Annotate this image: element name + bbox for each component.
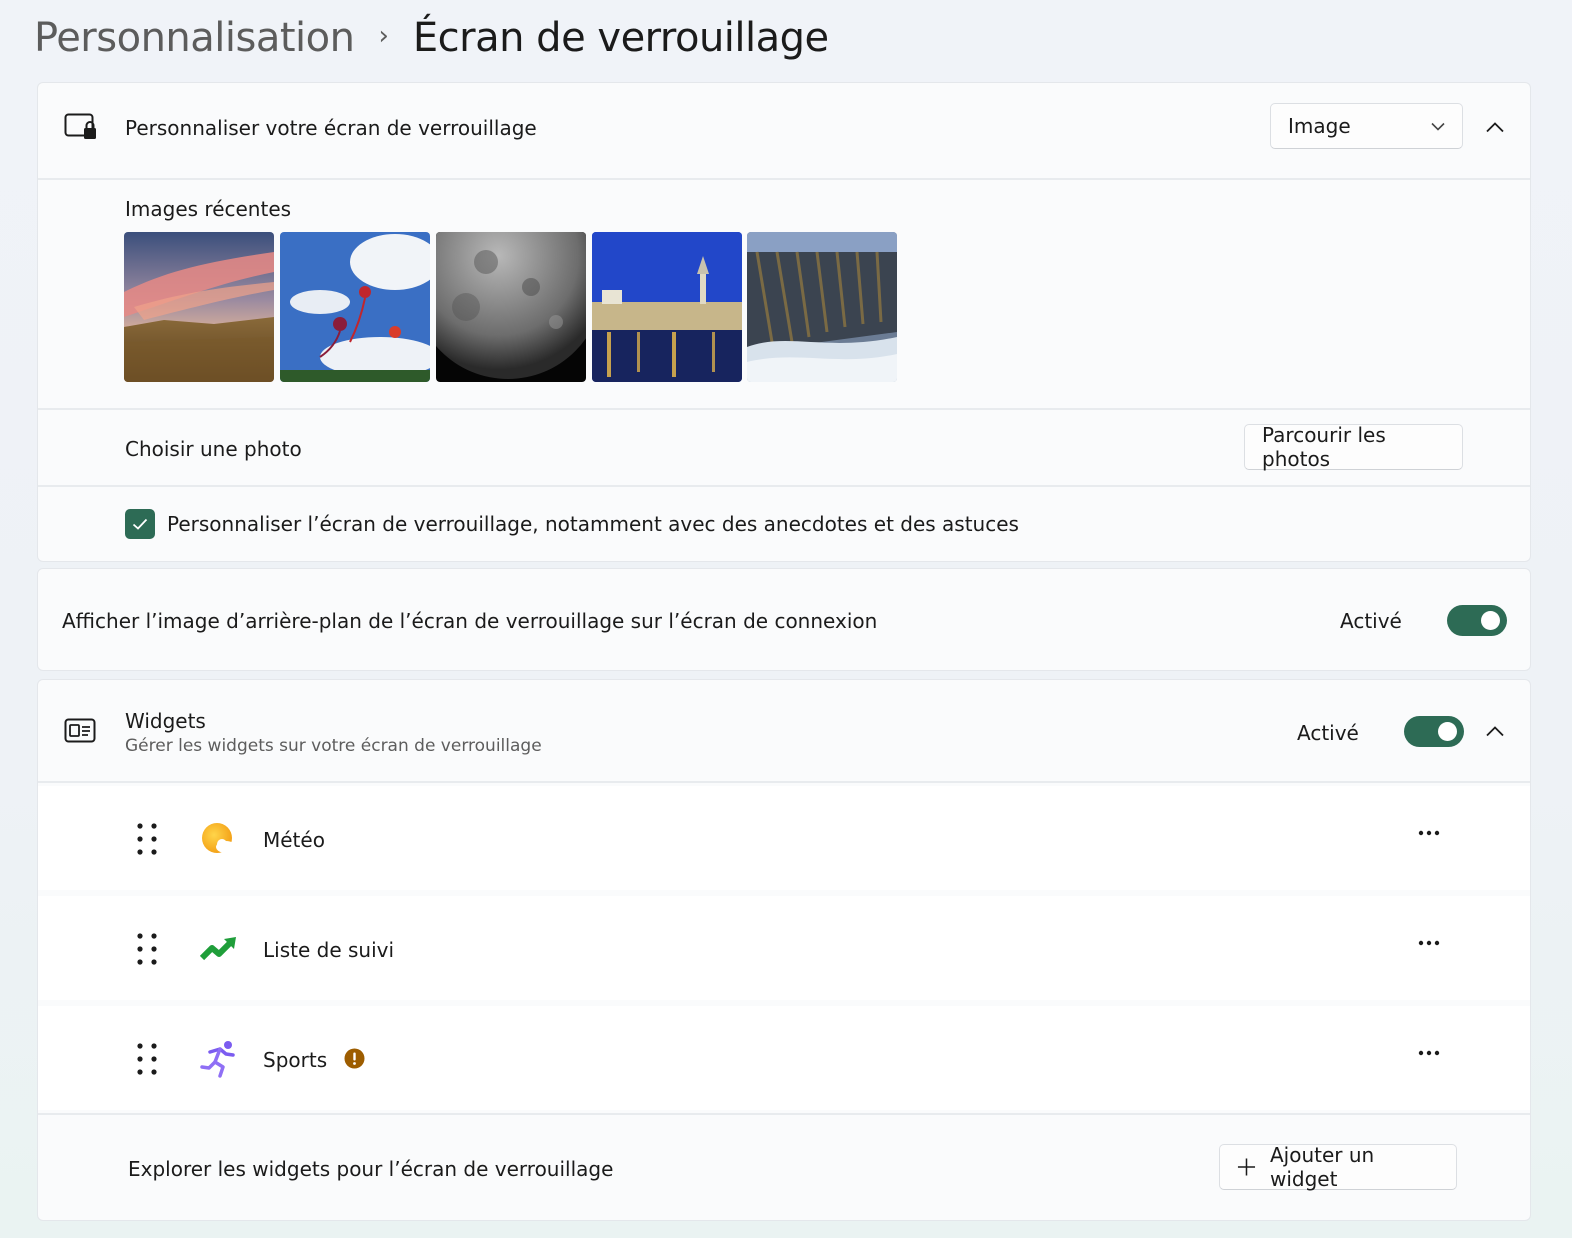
breadcrumb: Personnalisation › Écran de verrouillage (34, 10, 829, 66)
widgets-state: Activé (1297, 721, 1359, 745)
choose-photo-label: Choisir une photo (125, 437, 302, 461)
page-title: Écran de verrouillage (412, 15, 829, 61)
lockscreen-header-row[interactable]: Personnaliser votre écran de verrouillag… (38, 83, 1530, 178)
widget-label-sports: Sports (263, 1048, 328, 1072)
recent-image-moon[interactable] (436, 232, 586, 382)
breadcrumb-separator-icon: › (378, 21, 389, 51)
chevron-up-icon (1486, 121, 1504, 132)
browse-photos-label: Parcourir les photos (1262, 423, 1386, 471)
widgets-title: Widgets (125, 709, 206, 733)
browse-photos-button[interactable]: Parcourir les photos (1244, 423, 1463, 471)
signin-background-card: Afficher l’image d’arrière-plan de l’écr… (37, 568, 1531, 671)
more-options-icon[interactable] (1418, 940, 1440, 946)
chevron-up-icon (1486, 725, 1504, 736)
collapse-widgets-button[interactable] (1479, 715, 1511, 747)
more-options-icon[interactable] (1418, 830, 1440, 836)
recent-image-city-night[interactable] (592, 232, 742, 382)
dropdown-value: Image (1288, 114, 1351, 138)
breadcrumb-parent[interactable]: Personnalisation (34, 15, 355, 61)
signin-background-toggle[interactable] (1447, 605, 1507, 636)
stock-trend-icon (200, 937, 236, 961)
chevron-down-icon (1431, 122, 1445, 131)
widgets-toggle[interactable] (1404, 716, 1464, 747)
explore-widgets-label: Explorer les widgets pour l’écran de ver… (128, 1157, 614, 1181)
widgets-subtitle: Gérer les widgets sur votre écran de ver… (125, 736, 542, 756)
more-options-icon[interactable] (1418, 1050, 1440, 1056)
widget-row-watchlist[interactable]: Liste de suivi (37, 896, 1531, 1000)
lockscreen-type-dropdown[interactable]: Image (1270, 103, 1463, 149)
widget-row-meteo[interactable]: Météo (37, 786, 1531, 890)
widget-row-sports[interactable]: Sports (37, 1006, 1531, 1110)
lockscreen-icon (64, 113, 96, 139)
widget-label-watchlist: Liste de suivi (263, 938, 395, 962)
checkmark-icon (132, 518, 148, 530)
widget-label-meteo: Météo (263, 828, 325, 852)
recent-image-kites-sky[interactable] (280, 232, 430, 382)
lockscreen-label: Personnaliser votre écran de verrouillag… (125, 116, 537, 140)
signin-background-label: Afficher l’image d’arrière-plan de l’écr… (62, 609, 878, 633)
drag-handle-icon[interactable] (136, 1042, 158, 1076)
recent-image-basalt-wave[interactable] (747, 232, 897, 382)
tips-checkbox-label[interactable]: Personnaliser l’écran de verrouillage, n… (167, 512, 1019, 536)
add-widget-button[interactable]: Ajouter un widget (1219, 1143, 1457, 1191)
recent-images-label: Images récentes (125, 197, 292, 221)
signin-background-state: Activé (1340, 609, 1402, 633)
widgets-icon (64, 718, 96, 743)
tips-checkbox[interactable] (125, 509, 155, 539)
warning-icon (344, 1048, 365, 1069)
drag-handle-icon[interactable] (136, 932, 158, 966)
drag-handle-icon[interactable] (136, 822, 158, 856)
weather-icon (202, 823, 236, 853)
runner-icon (200, 1041, 235, 1078)
add-widget-label: Ajouter un widget (1269, 1143, 1375, 1191)
recent-image-sunset-prairie[interactable] (124, 232, 274, 382)
plus-icon (1237, 1158, 1256, 1176)
collapse-lockscreen-button[interactable] (1479, 111, 1511, 143)
